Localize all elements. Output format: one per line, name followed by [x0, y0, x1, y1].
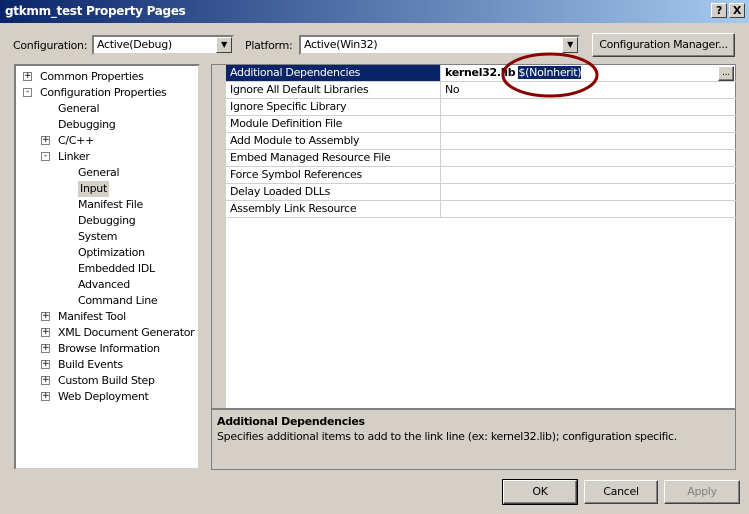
tree-item[interactable]: Advanced	[78, 277, 130, 293]
tree-item[interactable]: System	[78, 229, 118, 245]
property-value[interactable]: No	[442, 82, 462, 98]
chevron-down-icon[interactable]: ▼	[216, 37, 232, 53]
property-name: Additional Dependencies	[226, 65, 441, 81]
expand-icon[interactable]: +	[41, 344, 50, 353]
apply-button[interactable]: Apply	[664, 480, 740, 504]
tree-item[interactable]: Debugging	[58, 117, 116, 133]
property-row[interactable]: Add Module to Assembly	[226, 133, 736, 150]
configuration-label: Configuration:	[13, 39, 88, 52]
tree-item[interactable]: Configuration Properties	[40, 85, 167, 101]
tree-item[interactable]: Build Events	[58, 357, 123, 373]
tree-item[interactable]: Optimization	[78, 245, 145, 261]
tree-item[interactable]: C/C++	[58, 133, 94, 149]
tree-item[interactable]: Common Properties	[40, 69, 144, 85]
property-row[interactable]: Embed Managed Resource File	[226, 150, 736, 167]
tree-item[interactable]: Input	[78, 181, 109, 197]
expand-icon[interactable]: +	[41, 392, 50, 401]
property-row[interactable]: Module Definition File	[226, 116, 736, 133]
property-value[interactable]	[442, 184, 448, 200]
property-row[interactable]: Assembly Link Resource	[226, 201, 736, 218]
tree-item[interactable]: General	[58, 101, 100, 117]
tree-item[interactable]: Browse Information	[58, 341, 160, 357]
property-row[interactable]: Ignore Specific Library	[226, 99, 736, 116]
property-row[interactable]: Force Symbol References	[226, 167, 736, 184]
tree-item[interactable]: Debugging	[78, 213, 136, 229]
property-name: Ignore Specific Library	[226, 99, 441, 115]
window-title: gtkmm_test Property Pages	[5, 4, 186, 18]
property-row[interactable]: Ignore All Default Libraries No	[226, 82, 736, 99]
expand-icon[interactable]: +	[41, 136, 50, 145]
platform-value: Active(Win32)	[304, 38, 378, 51]
property-name: Force Symbol References	[226, 167, 441, 183]
property-name: Ignore All Default Libraries	[226, 82, 441, 98]
property-row[interactable]: Additional Dependencies kernel32.lib $(No…	[226, 65, 736, 82]
configuration-value: Active(Debug)	[97, 38, 172, 51]
ellipsis-button[interactable]: ...	[718, 66, 734, 81]
property-name: Add Module to Assembly	[226, 133, 441, 149]
platform-label: Platform:	[245, 39, 293, 52]
property-row[interactable]: Delay Loaded DLLs	[226, 184, 736, 201]
tree-item[interactable]: Linker	[58, 149, 90, 165]
tree-item[interactable]: Command Line	[78, 293, 158, 309]
expand-icon[interactable]: +	[23, 72, 32, 81]
expand-icon[interactable]: +	[41, 312, 50, 321]
property-name: Delay Loaded DLLs	[226, 184, 441, 200]
property-value[interactable]	[442, 133, 448, 149]
tree-item[interactable]: General	[78, 165, 120, 181]
help-button[interactable]: ?	[711, 3, 727, 18]
title-bar: gtkmm_test Property Pages	[0, 0, 749, 23]
tree-item[interactable]: Manifest Tool	[58, 309, 126, 325]
ok-button[interactable]: OK	[502, 479, 578, 505]
collapse-icon[interactable]: -	[41, 152, 50, 161]
tree-item[interactable]: XML Document Generator	[58, 325, 195, 341]
tree-item[interactable]: Custom Build Step	[58, 373, 155, 389]
property-name: Assembly Link Resource	[226, 201, 441, 217]
description-panel: Additional Dependencies Specifies additi…	[211, 409, 736, 470]
grid-gutter	[212, 65, 226, 408]
close-button[interactable]: X	[729, 3, 745, 18]
annotation-circle	[501, 52, 599, 98]
property-value[interactable]	[442, 99, 448, 115]
property-name: Module Definition File	[226, 116, 441, 132]
expand-icon[interactable]: +	[41, 360, 50, 369]
property-tree[interactable]: + Common Properties - Configuration Propert…	[14, 64, 200, 470]
configuration-manager-button[interactable]: Configuration Manager...	[592, 33, 735, 57]
property-value[interactable]	[442, 116, 448, 132]
property-value[interactable]	[442, 150, 448, 166]
tree-item[interactable]: Web Deployment	[58, 389, 149, 405]
property-value[interactable]	[442, 167, 448, 183]
tree-item[interactable]: Embedded IDL	[78, 261, 155, 277]
property-grid[interactable]: Additional Dependencies kernel32.lib $(No…	[211, 64, 736, 409]
property-value[interactable]	[442, 201, 448, 217]
configuration-select[interactable]: Active(Debug) ▼	[92, 35, 234, 55]
expand-icon[interactable]: +	[41, 376, 50, 385]
description-text: Specifies additional items to add to the…	[217, 430, 677, 443]
property-name: Embed Managed Resource File	[226, 150, 441, 166]
collapse-icon[interactable]: -	[23, 88, 32, 97]
cancel-button[interactable]: Cancel	[584, 480, 658, 504]
description-title: Additional Dependencies	[217, 415, 365, 428]
tree-item[interactable]: Manifest File	[78, 197, 143, 213]
expand-icon[interactable]: +	[41, 328, 50, 337]
